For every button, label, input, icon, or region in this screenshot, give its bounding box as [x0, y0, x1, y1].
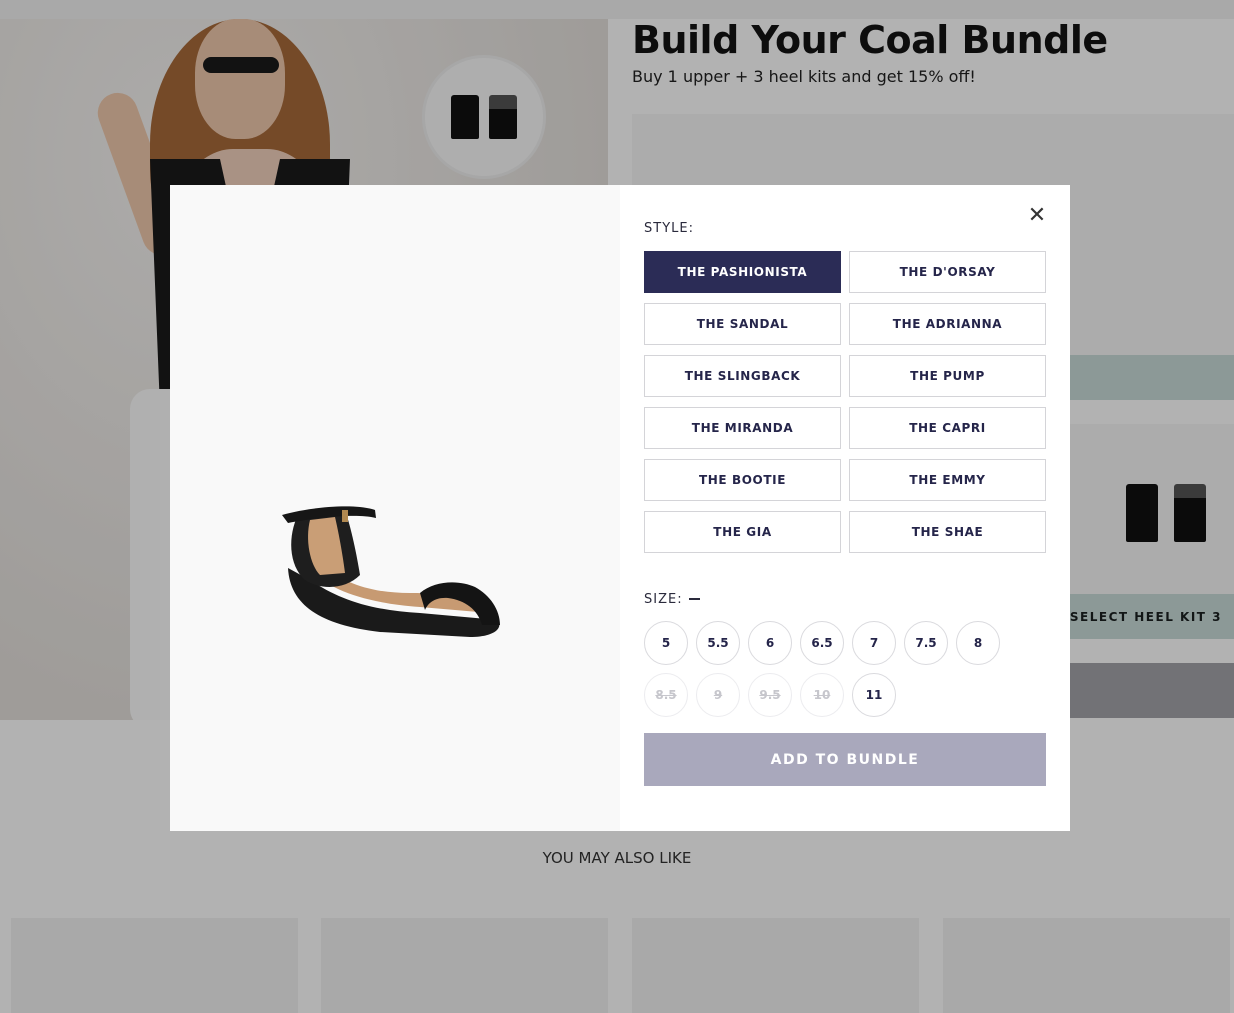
size-option[interactable]: 5.5	[696, 621, 740, 665]
style-options: THE PASHIONISTA THE D'ORSAY THE SANDAL T…	[644, 251, 1046, 553]
size-option[interactable]: 11	[852, 673, 896, 717]
size-options: 5 5.5 6 6.5 7 7.5 8 8.5 9 9.5 10 11	[644, 621, 1046, 717]
size-label-row: SIZE:	[644, 591, 1046, 607]
style-option-slingback[interactable]: THE SLINGBACK	[644, 355, 841, 397]
style-option-emmy[interactable]: THE EMMY	[849, 459, 1046, 501]
dash-icon	[688, 598, 700, 600]
size-option-unavailable[interactable]: 10	[800, 673, 844, 717]
add-to-bundle-button[interactable]: ADD TO BUNDLE	[644, 733, 1046, 786]
size-option[interactable]: 6	[748, 621, 792, 665]
size-option[interactable]: 5	[644, 621, 688, 665]
style-option-adrianna[interactable]: THE ADRIANNA	[849, 303, 1046, 345]
size-option[interactable]: 7.5	[904, 621, 948, 665]
size-option[interactable]: 8	[956, 621, 1000, 665]
style-option-sandal[interactable]: THE SANDAL	[644, 303, 841, 345]
size-option[interactable]: 7	[852, 621, 896, 665]
size-option-unavailable[interactable]: 9	[696, 673, 740, 717]
product-image-panel	[170, 185, 620, 831]
sandal-image	[282, 506, 500, 637]
style-option-miranda[interactable]: THE MIRANDA	[644, 407, 841, 449]
style-option-capri[interactable]: THE CAPRI	[849, 407, 1046, 449]
style-option-shae[interactable]: THE SHAE	[849, 511, 1046, 553]
size-option-unavailable[interactable]: 9.5	[748, 673, 792, 717]
style-size-modal: ✕ STYLE: THE PASHIONISTA THE D'ORSAY THE…	[170, 185, 1070, 831]
modal-options: ✕ STYLE: THE PASHIONISTA THE D'ORSAY THE…	[620, 185, 1070, 831]
style-label: STYLE:	[644, 221, 694, 236]
style-option-dorsay[interactable]: THE D'ORSAY	[849, 251, 1046, 293]
size-label: SIZE:	[644, 591, 683, 607]
close-icon[interactable]: ✕	[1026, 205, 1048, 227]
style-option-pashionista[interactable]: THE PASHIONISTA	[644, 251, 841, 293]
style-option-bootie[interactable]: THE BOOTIE	[644, 459, 841, 501]
size-option[interactable]: 6.5	[800, 621, 844, 665]
size-option-unavailable[interactable]: 8.5	[644, 673, 688, 717]
style-option-gia[interactable]: THE GIA	[644, 511, 841, 553]
style-option-pump[interactable]: THE PUMP	[849, 355, 1046, 397]
